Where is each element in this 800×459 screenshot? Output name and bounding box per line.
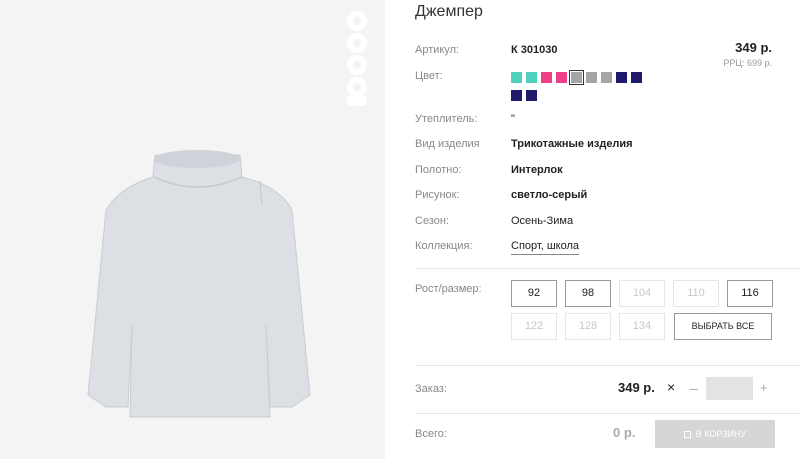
times-icon: × (667, 379, 676, 395)
type-value: Трикотажные изделия (511, 138, 633, 150)
color-swatch[interactable] (569, 70, 584, 85)
collection-link[interactable]: Спорт, школа (511, 240, 579, 255)
total-value: 0 р. (613, 425, 636, 440)
divider (415, 365, 800, 366)
select-all-button[interactable]: ВЫБРАТЬ ВСЕ (674, 313, 772, 340)
color-swatch[interactable] (511, 90, 522, 101)
total-label: Всего: (415, 428, 447, 440)
minus-icon[interactable]: – (690, 380, 698, 396)
color-swatch[interactable] (616, 72, 627, 83)
product-gallery (0, 0, 385, 459)
color-swatches (511, 70, 671, 108)
cart-icon (683, 431, 691, 438)
size-option-128[interactable]: 128 (565, 313, 611, 340)
pattern-value: светло-серый (511, 189, 588, 201)
product-details: Джемпер Артикул: К 301030 349 р. РРЦ: 69… (415, 0, 800, 459)
size-option-110[interactable]: 110 (673, 280, 719, 307)
insulation-label: Утеплитель: (415, 113, 478, 125)
color-swatch[interactable] (511, 72, 522, 83)
article-label: Артикул: (415, 44, 460, 56)
season-label: Сезон: (415, 215, 449, 227)
type-label: Вид изделия (415, 138, 480, 150)
color-swatch[interactable] (601, 72, 612, 83)
fabric-label: Полотно: (415, 164, 462, 176)
size-option-122[interactable]: 122 (511, 313, 557, 340)
brand-logo (347, 11, 367, 106)
size-option-98[interactable]: 98 (565, 280, 611, 307)
divider (415, 268, 800, 269)
collection-label: Коллекция: (415, 240, 473, 252)
color-swatch[interactable] (541, 72, 552, 83)
color-swatch[interactable] (526, 90, 537, 101)
order-price: 349 р. (618, 380, 655, 395)
color-swatch[interactable] (631, 72, 642, 83)
season-value: Осень-Зима (511, 215, 574, 227)
product-image[interactable] (70, 145, 320, 425)
pattern-label: Рисунок: (415, 189, 460, 201)
article-value: К 301030 (511, 44, 558, 56)
add-to-cart-button[interactable]: В КОРЗИНУ (655, 420, 775, 448)
order-label: Заказ: (415, 383, 447, 395)
size-option-134[interactable]: 134 (619, 313, 665, 340)
color-label: Цвет: (415, 70, 443, 82)
cart-button-label: В КОРЗИНУ (695, 429, 747, 439)
color-swatch[interactable] (556, 72, 567, 83)
insulation-value: " (511, 113, 515, 125)
size-option-104[interactable]: 104 (619, 280, 665, 307)
color-swatch[interactable] (586, 72, 597, 83)
fabric-value: Интерлок (511, 164, 563, 176)
product-price: 349 р. (735, 40, 772, 55)
quantity-input[interactable] (706, 377, 753, 400)
divider (415, 413, 800, 414)
rrc-price: РРЦ: 699 р. (723, 58, 772, 68)
size-option-116[interactable]: 116 (727, 280, 773, 307)
color-swatch[interactable] (526, 72, 537, 83)
product-title: Джемпер (415, 3, 483, 20)
size-option-92[interactable]: 92 (511, 280, 557, 307)
size-label: Рост/размер: (415, 283, 482, 295)
plus-icon[interactable]: + (760, 380, 768, 395)
